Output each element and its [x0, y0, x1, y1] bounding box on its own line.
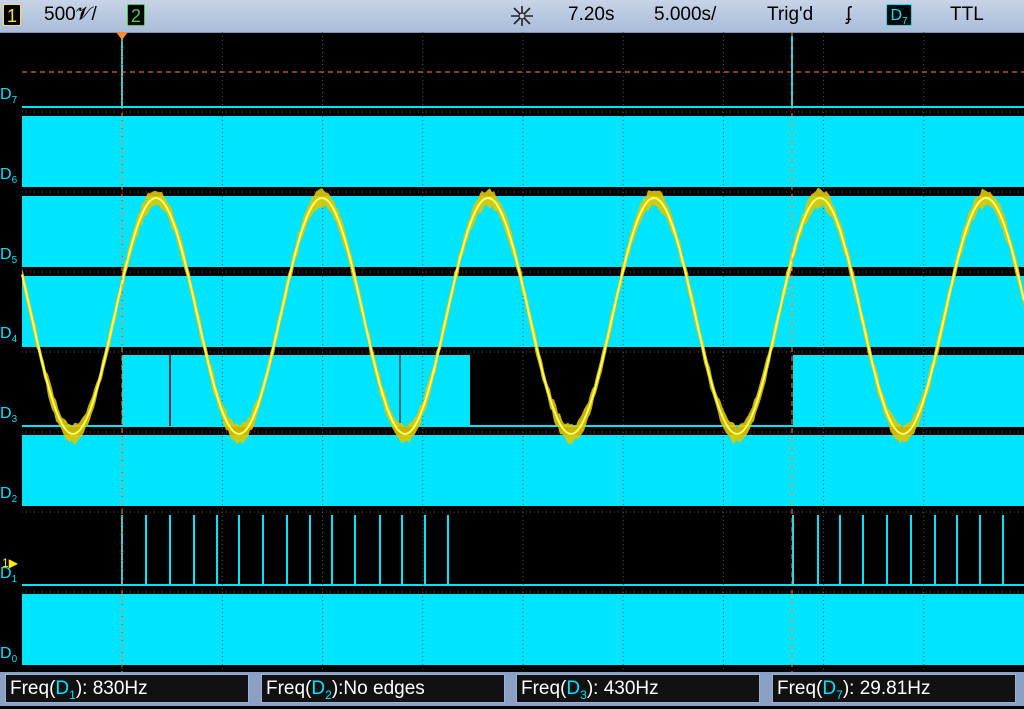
meas-value: ): 29.81Hz — [843, 678, 931, 699]
triangle-right-icon: ▶ — [9, 556, 18, 570]
status-bar: 1 500𝓥/ 2 7.20s 5.000s/ Trig'd ʄ D7 TTL — [0, 0, 1024, 33]
channel1-marker-label: 1 — [2, 556, 9, 570]
meas-source: D — [566, 678, 580, 699]
lane-sub: 7 — [12, 95, 18, 106]
meas-value: ):No edges — [332, 678, 425, 699]
measurement-freq-d1[interactable]: Freq(D1): 830Hz — [5, 674, 249, 703]
meas-value: ): 830Hz — [76, 678, 148, 699]
meas-source-sub: 3 — [580, 688, 587, 702]
lane-label-d0[interactable]: D0 — [0, 646, 22, 668]
measurement-freq-d2[interactable]: Freq(D2):No edges — [261, 674, 505, 703]
lane-sub: 4 — [12, 334, 18, 345]
timebase-scale[interactable]: 5.000s/ — [654, 3, 716, 27]
channel1-badge[interactable]: 1 — [3, 4, 21, 26]
channel2-badge[interactable]: 2 — [127, 4, 145, 26]
meas-source: D — [311, 678, 325, 699]
meas-source-sub: 7 — [836, 688, 843, 702]
meas-prefix: Freq( — [10, 678, 55, 699]
channel1-scale[interactable]: 500𝓥/ — [44, 3, 97, 27]
trigger-level[interactable]: TTL — [950, 3, 984, 27]
lane-prefix: D — [0, 405, 12, 422]
waveform-display[interactable] — [0, 32, 1024, 672]
lane-label-d6[interactable]: D6 — [0, 167, 22, 189]
lane-sub: 2 — [12, 494, 18, 505]
lane-label-d3[interactable]: D3 — [0, 406, 22, 428]
lane-label-d7[interactable]: D7 — [0, 87, 22, 109]
lane-sub: 6 — [12, 175, 18, 186]
d3-high-block — [793, 355, 1024, 426]
channel1-ground-marker[interactable]: 1▶ — [2, 557, 18, 569]
trigger-position-marker — [116, 32, 128, 40]
meas-prefix: Freq( — [521, 678, 566, 699]
lane-sub: 5 — [12, 255, 18, 266]
lane-sub: 3 — [12, 414, 18, 425]
lane-sub: 1 — [12, 574, 18, 585]
lane-label-d2[interactable]: D2 — [0, 486, 22, 508]
meas-source-sub: 1 — [69, 688, 76, 702]
meas-prefix: Freq( — [266, 678, 311, 699]
lane-label-d4[interactable]: D4 — [0, 326, 22, 348]
meas-source-sub: 2 — [325, 688, 332, 702]
horizontal-delay[interactable]: 7.20s — [568, 3, 614, 27]
trigger-status: Trig'd — [767, 3, 813, 27]
d2-band — [22, 435, 1024, 506]
digital-traces — [22, 36, 1024, 665]
sparkle-icon — [509, 5, 535, 27]
meas-source: D — [55, 678, 69, 699]
trigger-source-badge[interactable]: D7 — [886, 4, 912, 26]
trigger-source-sub: 7 — [902, 16, 908, 27]
lane-label-d5[interactable]: D5 — [0, 247, 22, 269]
lane-prefix: D — [0, 166, 12, 183]
measurement-freq-d7[interactable]: Freq(D7): 29.81Hz — [772, 674, 1016, 703]
lane-prefix: D — [0, 645, 12, 662]
lane-sub: 0 — [12, 654, 18, 665]
meas-prefix: Freq( — [777, 678, 822, 699]
lane-prefix: D — [0, 246, 12, 263]
measurement-bar: Freq(D1): 830Hz Freq(D2):No edges Freq(D… — [0, 672, 1024, 706]
rising-edge-icon[interactable]: ʄ — [846, 3, 851, 27]
lane-prefix: D — [0, 485, 12, 502]
measurement-freq-d3[interactable]: Freq(D3): 430Hz — [516, 674, 760, 703]
lane-prefix: D — [0, 86, 12, 103]
lane-prefix: D — [0, 325, 12, 342]
trigger-source-letter: D — [890, 7, 902, 24]
meas-source: D — [822, 678, 836, 699]
meas-value: ): 430Hz — [587, 678, 659, 699]
